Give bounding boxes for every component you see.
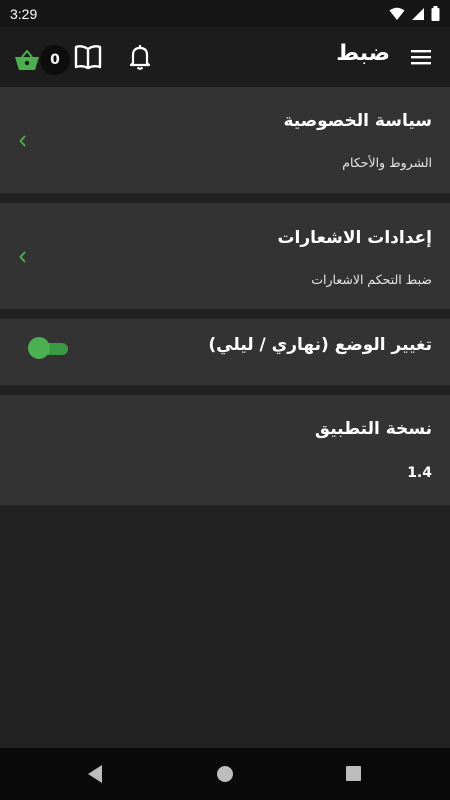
recent-apps-icon[interactable]	[346, 766, 361, 781]
privacy-policy-subtitle: الشروط والأحكام	[342, 155, 432, 170]
page-title: ضبط	[336, 41, 390, 66]
notification-settings-item[interactable]: إعدادات الاشعارات ضبط التحكم الاشعارات	[0, 203, 450, 309]
notification-settings-title: إعدادات الاشعارات	[277, 228, 432, 248]
cart-count-badge: 0	[40, 45, 70, 75]
status-icons	[389, 6, 440, 21]
menu-button[interactable]	[408, 43, 436, 71]
wifi-icon	[389, 7, 405, 20]
theme-mode-toggle[interactable]	[28, 337, 70, 359]
notification-settings-subtitle: ضبط التحكم الاشعارات	[311, 272, 432, 287]
menu-icon	[411, 50, 431, 65]
notifications-button[interactable]	[126, 42, 154, 72]
cart-icon	[15, 50, 39, 70]
cellular-icon	[412, 7, 424, 20]
status-time: 3:29	[10, 5, 38, 22]
book-icon	[74, 45, 102, 70]
home-icon[interactable]	[217, 766, 233, 782]
privacy-policy-item[interactable]: سياسة الخصوصية الشروط والأحكام	[0, 87, 450, 193]
chevron-icon	[19, 135, 26, 147]
book-button[interactable]	[72, 42, 104, 72]
status-bar: 3:29	[0, 0, 450, 27]
toggle-thumb	[28, 337, 50, 359]
back-icon[interactable]	[86, 764, 104, 784]
chevron-icon	[19, 251, 26, 263]
system-nav-bar	[0, 748, 450, 800]
app-bar: 0 ضبط	[0, 27, 450, 87]
theme-mode-title: تغيير الوضع (نهاري / ليلي)	[208, 335, 432, 355]
cart-button[interactable]: 0	[14, 44, 70, 75]
battery-icon	[431, 6, 440, 21]
privacy-policy-title: سياسة الخصوصية	[283, 111, 432, 131]
app-version-title: نسخة التطبيق	[314, 419, 432, 439]
bell-icon	[129, 45, 151, 70]
app-version-item: نسخة التطبيق 1.4	[0, 395, 450, 505]
app-version-value: 1.4	[407, 465, 432, 481]
theme-mode-item: تغيير الوضع (نهاري / ليلي)	[0, 319, 450, 385]
